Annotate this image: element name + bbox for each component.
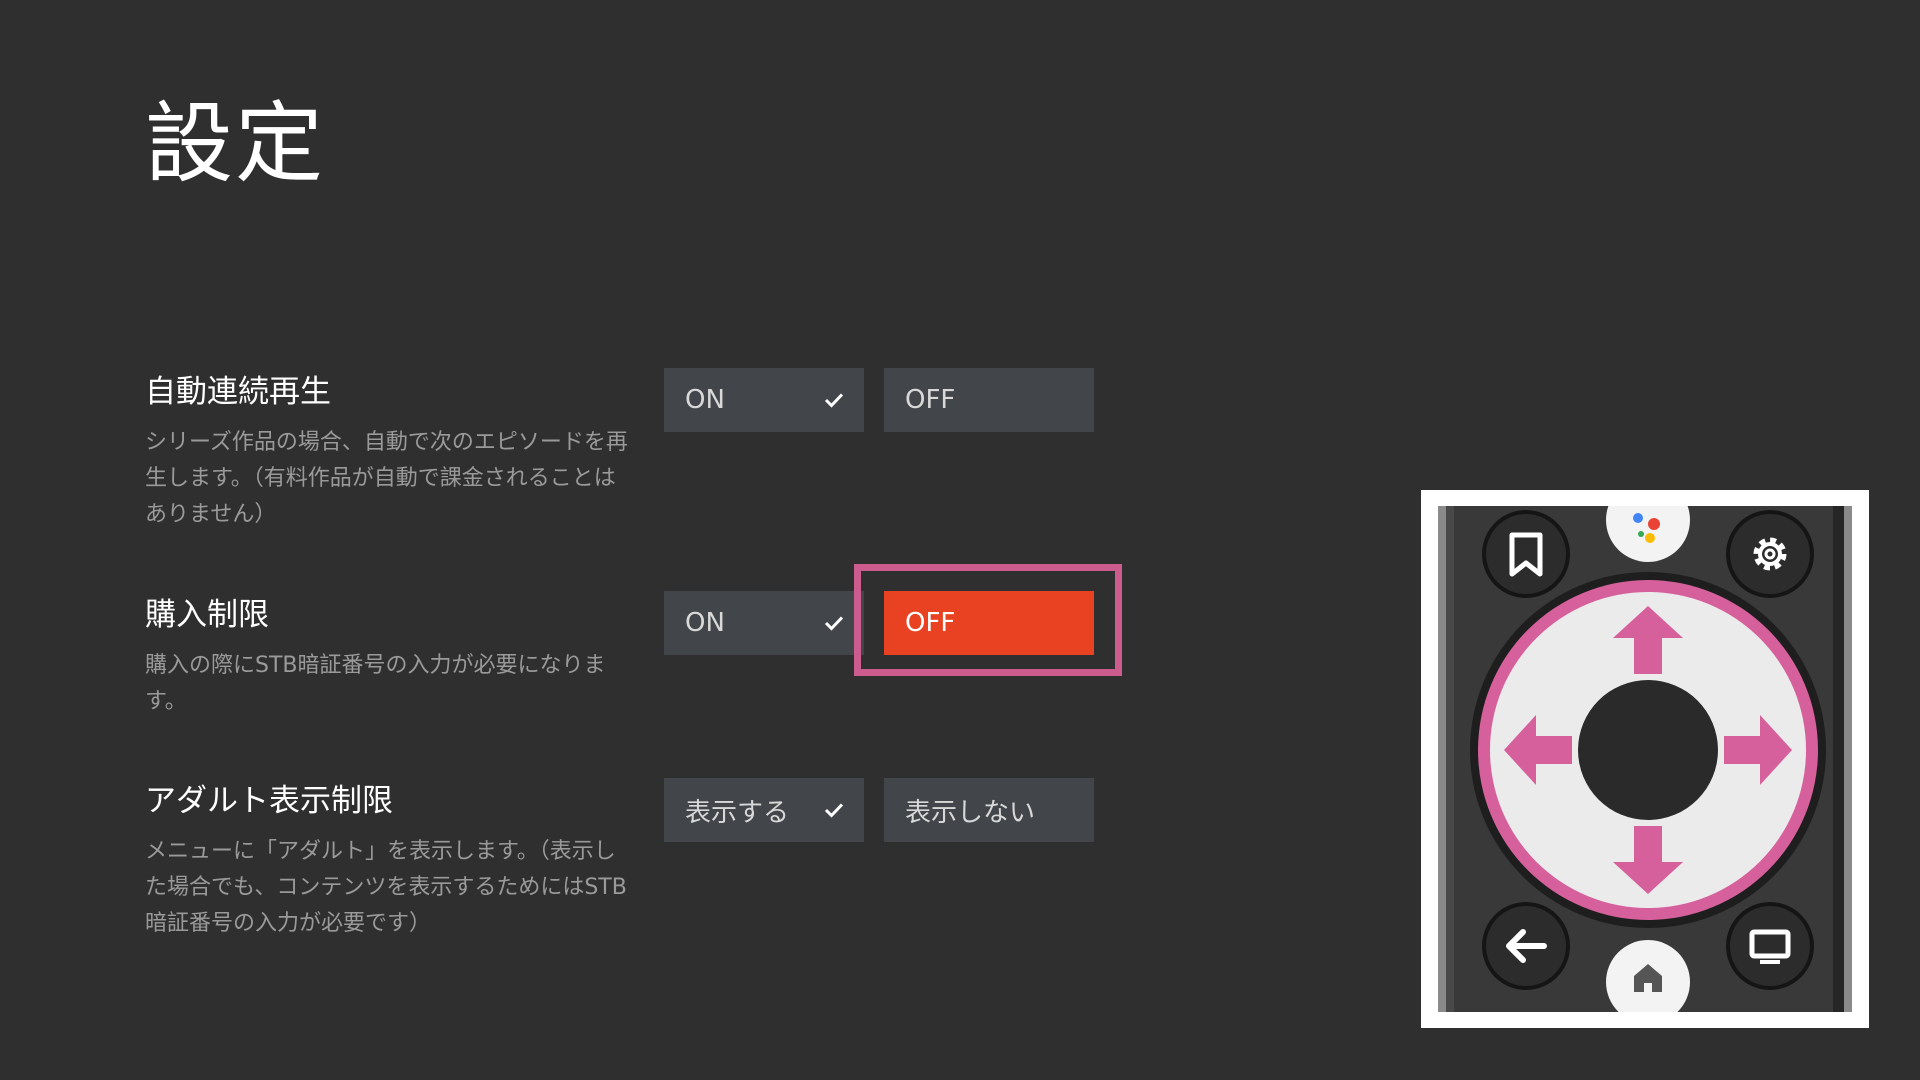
check-icon <box>824 616 844 631</box>
autoplay-on-button[interactable]: ON <box>664 368 864 432</box>
check-icon <box>824 803 844 818</box>
setting-description: 購入の際にSTB暗証番号の入力が必要になります。 <box>145 653 606 715</box>
purchase-restriction-on-button[interactable]: ON <box>664 591 864 655</box>
page-title: 設定 <box>145 92 326 195</box>
setting-description: メニューに「アダルト」を表示します。（表示した場合でも、コンテンツを表示するため… <box>145 839 627 937</box>
check-icon <box>824 393 844 408</box>
setting-purchase-restriction: 購入制限 購入の際にSTB暗証番号の入力が必要になります。 <box>145 597 630 720</box>
setting-description: シリーズ作品の場合、自動で次のエピソードを再生します。（有料作品が自動で課金され… <box>145 430 628 528</box>
button-label: ON <box>685 385 725 415</box>
button-label: OFF <box>905 385 956 415</box>
setting-title: 自動連続再生 <box>145 374 331 410</box>
autoplay-off-button[interactable]: OFF <box>884 368 1094 432</box>
remote-control-graphic <box>1438 506 1852 1012</box>
setting-autoplay: 自動連続再生 シリーズ作品の場合、自動で次のエピソードを再生します。（有料作品が… <box>145 374 630 533</box>
setting-adult-restriction: アダルト表示制限 メニューに「アダルト」を表示します。（表示した場合でも、コンテ… <box>145 783 630 942</box>
button-label: ON <box>685 608 725 638</box>
setting-title: アダルト表示制限 <box>145 783 393 819</box>
button-label: 表示しない <box>905 797 1036 828</box>
remote-control-illustration <box>1421 490 1869 1028</box>
adult-hide-button[interactable]: 表示しない <box>884 778 1094 842</box>
button-label: OFF <box>905 608 956 638</box>
purchase-restriction-off-button[interactable]: OFF <box>884 591 1094 655</box>
adult-show-button[interactable]: 表示する <box>664 778 864 842</box>
button-label: 表示する <box>685 797 790 828</box>
settings-page: 設定 自動連続再生 シリーズ作品の場合、自動で次のエピソードを再生します。（有料… <box>0 0 1920 1080</box>
setting-title: 購入制限 <box>145 597 269 633</box>
dpad-center-button <box>1578 680 1718 820</box>
